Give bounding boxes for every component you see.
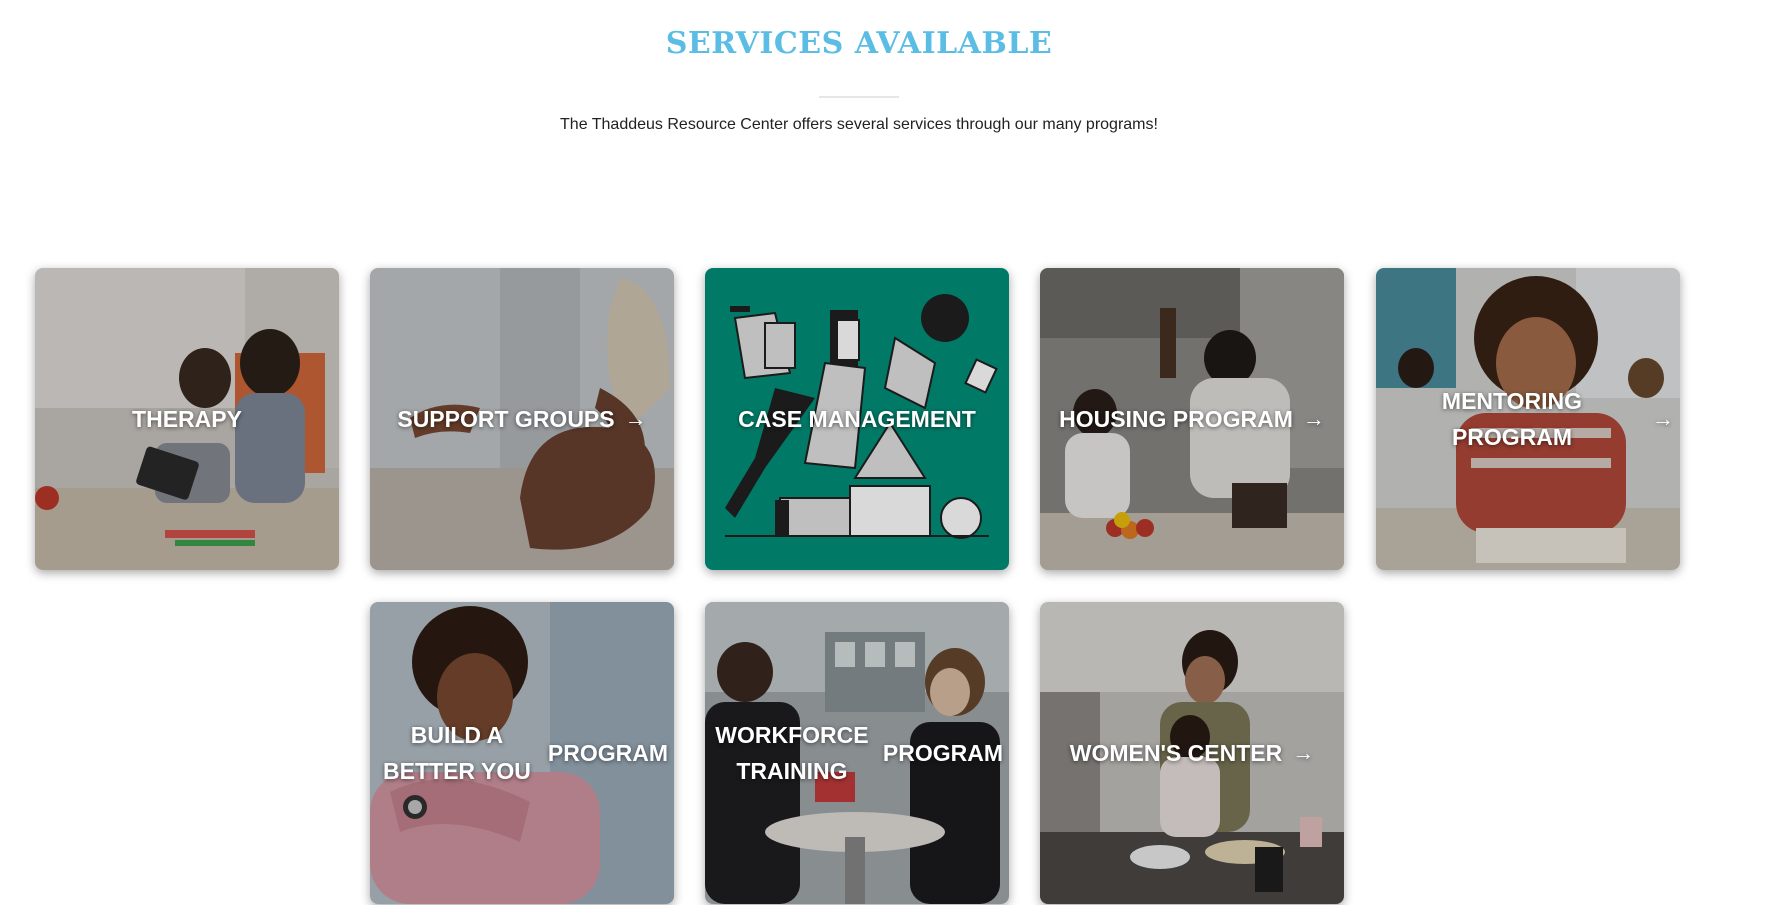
card-label-build-a-better-you-line2: PROGRAM xyxy=(547,740,668,766)
section-intro: The Thaddeus Resource Center offers seve… xyxy=(560,116,1158,133)
card-housing-program[interactable]: HOUSING PROGRAM → xyxy=(1040,268,1344,570)
card-mentoring-program[interactable]: MENTORING PROGRAM → xyxy=(1376,268,1680,570)
card-label-support-groups: SUPPORT GROUPS xyxy=(397,406,615,432)
arrow-right-icon: → xyxy=(1292,740,1315,765)
card-womens-center[interactable]: WOMEN'S CENTER → xyxy=(1040,602,1344,904)
card-label-workforce-training-line2: PROGRAM xyxy=(882,740,1003,766)
card-label-workforce-training-line1: WORKFORCE TRAINING xyxy=(715,722,869,784)
title-divider xyxy=(819,96,899,98)
card-case-management[interactable]: CASE MANAGEMENT xyxy=(705,268,1009,570)
card-support-groups[interactable]: SUPPORT GROUPS → xyxy=(370,268,674,570)
card-label-mentoring-program: MENTORING PROGRAM xyxy=(1441,388,1583,450)
card-therapy[interactable]: THERAPY xyxy=(35,268,339,570)
card-label-womens-center: WOMEN'S CENTER xyxy=(1069,740,1283,766)
arrow-right-icon: → xyxy=(624,406,647,431)
arrow-right-icon: → xyxy=(1652,406,1674,431)
card-workforce-training-program[interactable]: WORKFORCE TRAINING PROGRAM xyxy=(705,602,1009,904)
card-label-case-management: CASE MANAGEMENT xyxy=(738,406,976,432)
card-label-housing-program: HOUSING PROGRAM xyxy=(1059,406,1293,432)
section-title: SERVICES AVAILABLE xyxy=(665,26,1053,61)
services-section: SERVICES AVAILABLE The Thaddeus Resource… xyxy=(0,0,1783,905)
card-build-a-better-you-program[interactable]: BUILD A BETTER YOU PROGRAM xyxy=(370,602,674,904)
card-label-build-a-better-you-line1: BUILD A BETTER YOU xyxy=(383,722,531,784)
arrow-right-icon: → xyxy=(1302,406,1325,431)
card-label-therapy: THERAPY xyxy=(132,406,242,432)
